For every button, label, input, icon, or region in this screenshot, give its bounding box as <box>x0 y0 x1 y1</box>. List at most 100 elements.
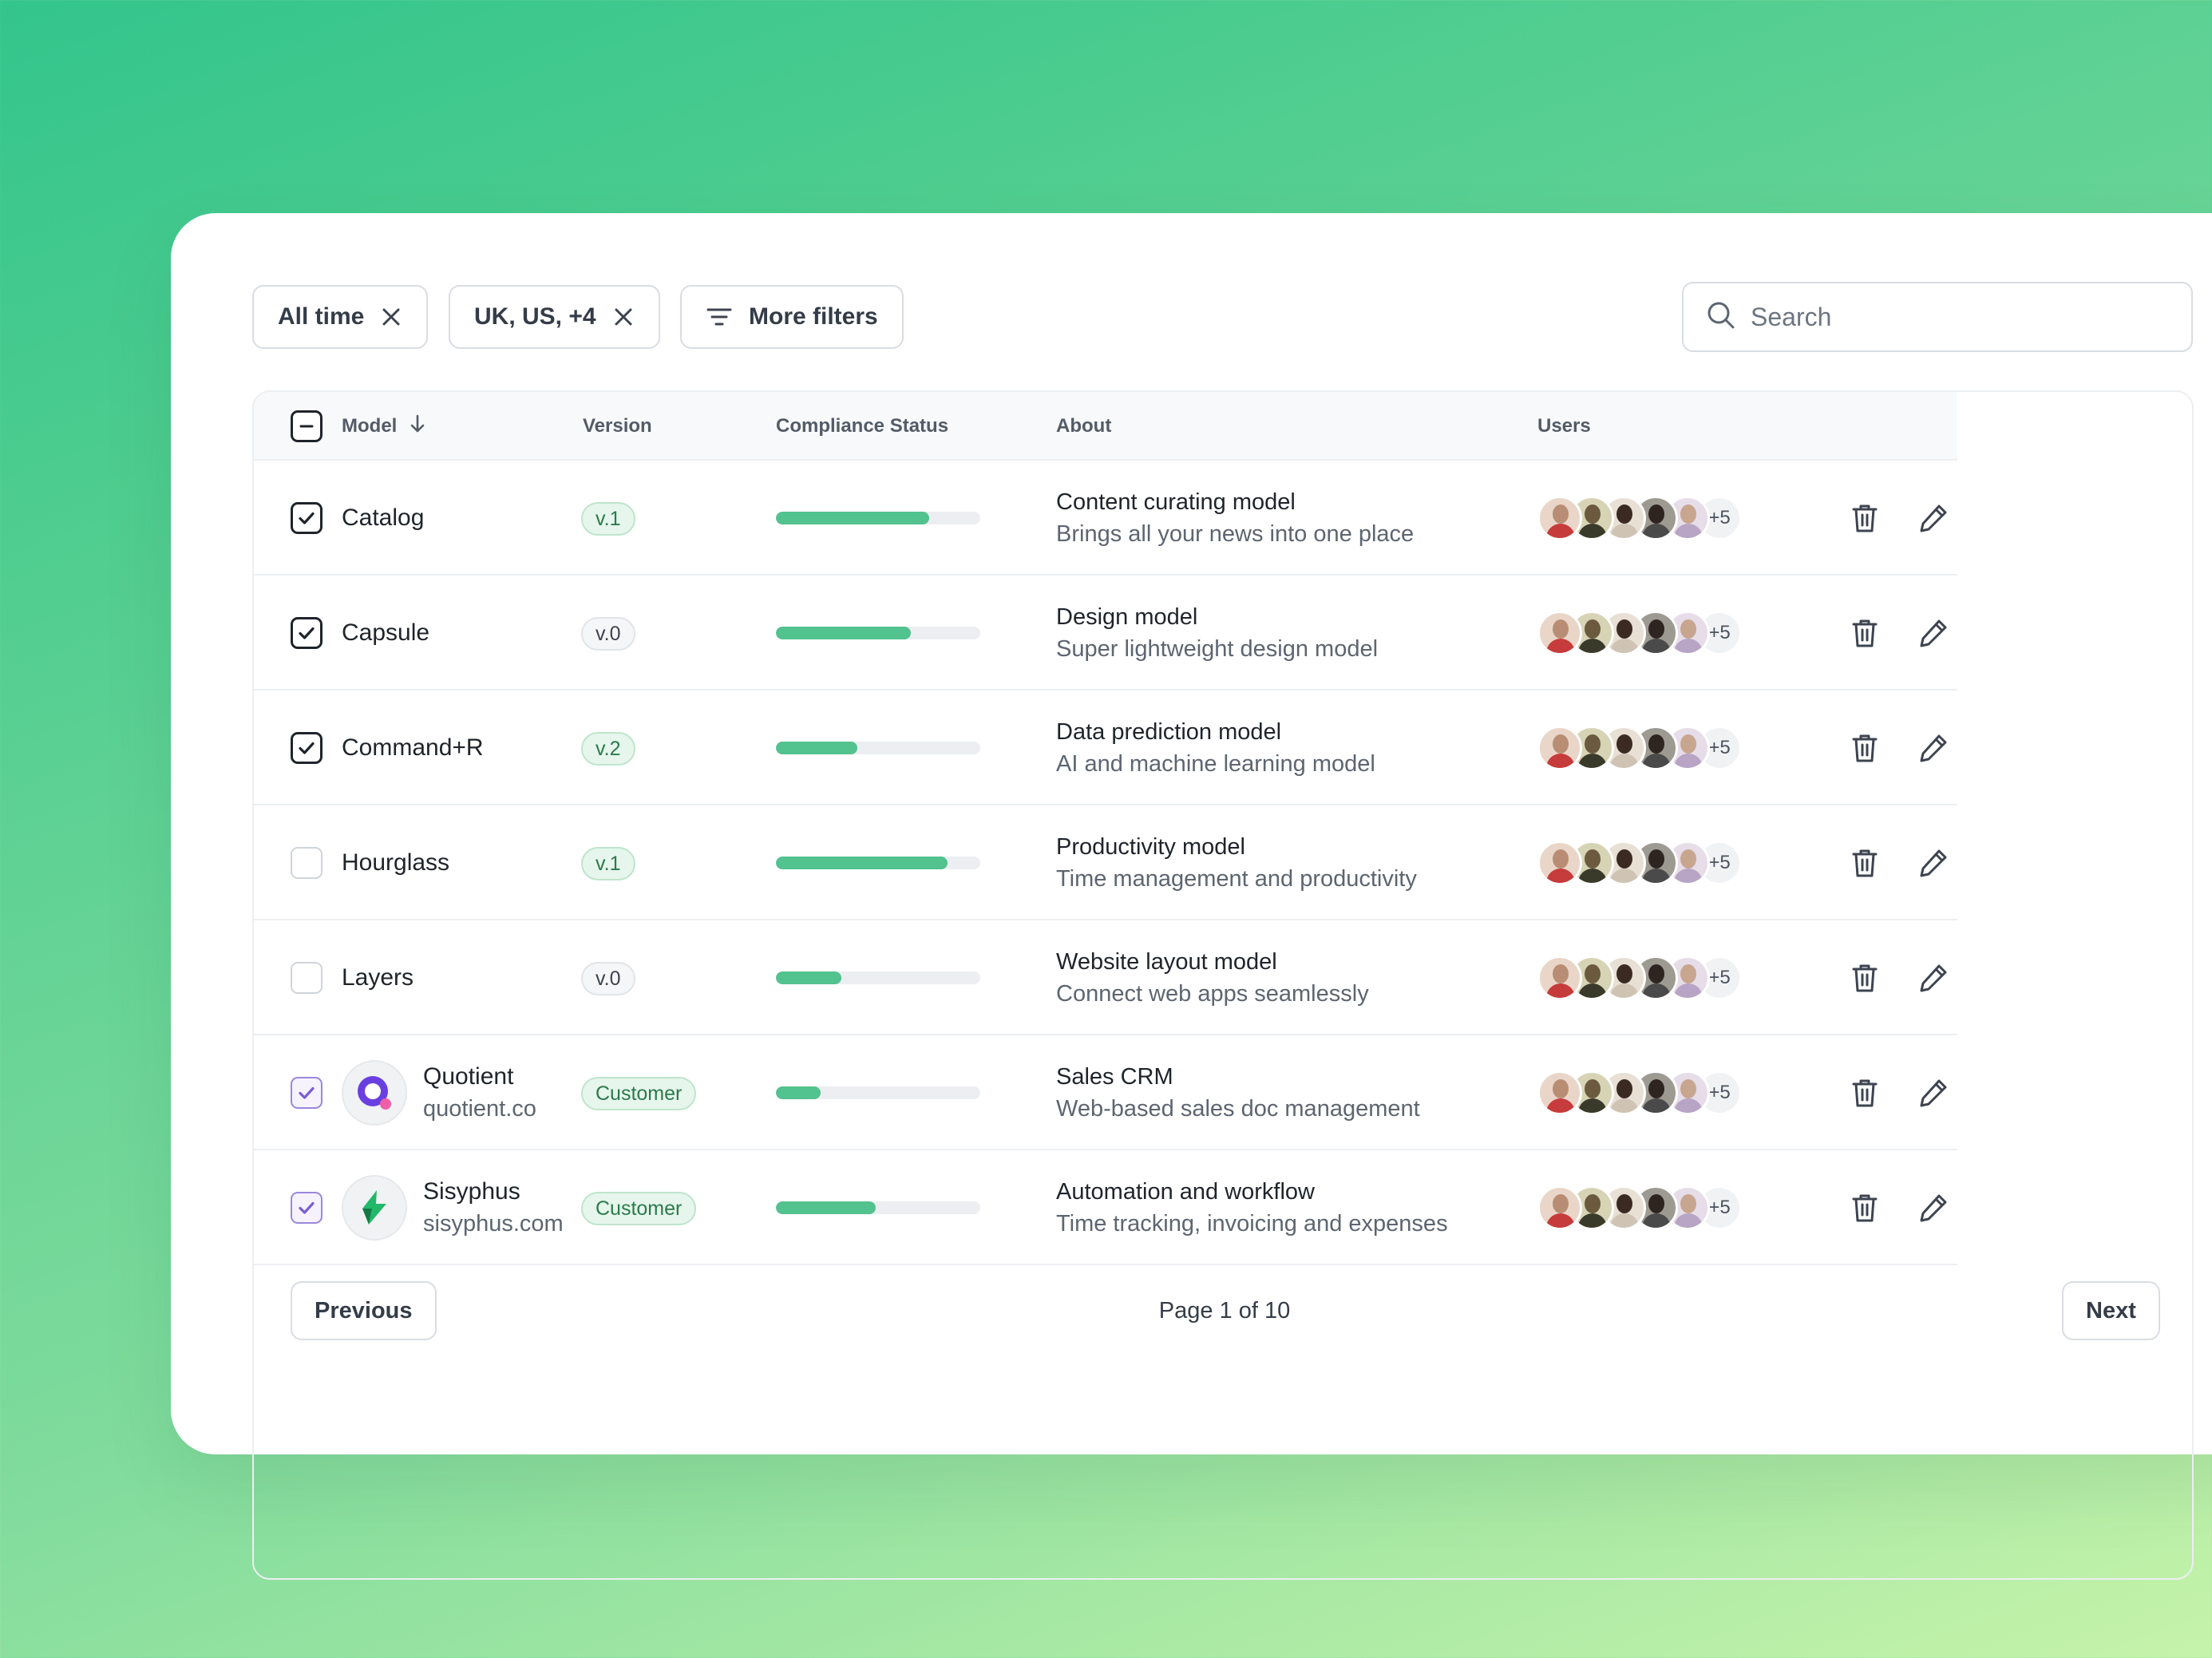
compliance-progress-bar <box>776 971 980 984</box>
close-icon[interactable] <box>380 306 402 328</box>
user-avatars[interactable]: +5 <box>1537 1070 1742 1115</box>
compliance-progress-fill <box>776 971 841 984</box>
row-checkbox[interactable] <box>291 1077 323 1109</box>
edit-icon[interactable] <box>1916 1075 1951 1110</box>
about-cell: Sales CRM Web-based sales doc management <box>1056 1061 1420 1125</box>
table-card: All time UK, US, +4 More filters Search … <box>171 213 2212 1580</box>
avatar <box>1537 611 1582 655</box>
delete-icon[interactable] <box>1847 845 1882 880</box>
user-avatars[interactable]: +5 <box>1537 841 1742 885</box>
row-checkbox[interactable] <box>291 732 323 764</box>
org-info: Sisyphus sisyphus.com <box>423 1176 564 1240</box>
more-filters-button[interactable]: More filters <box>680 285 904 349</box>
models-table: Model Version Compliance Status About Us… <box>252 390 2194 1580</box>
arrow-down-icon <box>408 414 427 440</box>
row-checkbox[interactable] <box>291 617 323 649</box>
column-label: Model <box>342 415 398 437</box>
about-subtitle: AI and machine learning model <box>1056 751 1375 777</box>
user-avatars[interactable]: +5 <box>1537 496 1742 540</box>
model-name: Catalog <box>342 505 425 531</box>
delete-icon[interactable] <box>1847 1190 1882 1225</box>
compliance-progress-fill <box>776 1086 821 1099</box>
close-icon[interactable] <box>612 306 635 328</box>
compliance-progress-bar <box>776 857 980 869</box>
edit-icon[interactable] <box>1916 501 1951 536</box>
delete-icon[interactable] <box>1847 615 1882 651</box>
avatar <box>1537 956 1582 1000</box>
user-avatars[interactable]: +5 <box>1537 956 1742 1000</box>
version-badge: v.0 <box>581 617 635 651</box>
compliance-progress-bar <box>776 512 980 524</box>
about-cell: Website layout model Connect web apps sea… <box>1056 946 1369 1010</box>
column-header-users: Users <box>1537 415 1591 437</box>
version-badge: v.1 <box>581 502 635 536</box>
version-badge: v.0 <box>581 962 635 995</box>
model-name: Quotient <box>423 1063 514 1090</box>
about-subtitle: Time management and productivity <box>1056 866 1417 892</box>
edit-icon[interactable] <box>1916 960 1951 995</box>
version-badge: v.2 <box>581 732 635 766</box>
about-title: Design model <box>1056 604 1198 630</box>
model-domain: sisyphus.com <box>423 1211 564 1237</box>
next-button[interactable]: Next <box>2062 1281 2160 1340</box>
table-row[interactable]: Hourglass v.1 Productivity model Time manag… <box>254 805 1957 920</box>
row-checkbox[interactable] <box>291 502 323 534</box>
version-badge: Customer <box>581 1192 697 1225</box>
delete-icon[interactable] <box>1847 1075 1882 1110</box>
edit-icon[interactable] <box>1916 730 1951 766</box>
avatar <box>1537 841 1582 885</box>
page-indicator: Page 1 of 10 <box>1158 1297 1291 1324</box>
model-name: Hourglass <box>342 849 450 876</box>
about-cell: Automation and workflow Time tracking, in… <box>1056 1176 1448 1240</box>
avatar <box>1537 1070 1582 1115</box>
select-all-checkbox[interactable] <box>291 410 323 442</box>
table-row[interactable]: Quotient quotient.co Customer Sales CRM Web-… <box>254 1035 1957 1150</box>
table-row[interactable]: Command+R v.2 Data prediction model AI and … <box>254 691 1957 805</box>
about-subtitle: Super lightweight design model <box>1056 636 1379 662</box>
about-cell: Content curating model Brings all your ne… <box>1056 486 1414 550</box>
about-subtitle: Connect web apps seamlessly <box>1056 981 1369 1007</box>
compliance-progress-fill <box>776 512 929 524</box>
edit-icon[interactable] <box>1916 615 1951 651</box>
delete-icon[interactable] <box>1847 730 1882 766</box>
avatar <box>1537 496 1582 540</box>
pagination: Previous Page 1 of 10 Next <box>254 1262 2192 1374</box>
avatar <box>1537 1185 1582 1230</box>
compliance-progress-fill <box>776 857 948 869</box>
user-avatars[interactable]: +5 <box>1537 726 1742 770</box>
table-row[interactable]: Catalog v.1 Content curating model Brings a… <box>254 461 1957 576</box>
quotient-logo-icon <box>342 1060 407 1126</box>
search-input[interactable]: Search <box>1682 282 2193 352</box>
delete-icon[interactable] <box>1847 960 1882 995</box>
edit-icon[interactable] <box>1916 1190 1951 1225</box>
compliance-progress-bar <box>776 1086 980 1099</box>
avatar <box>1537 726 1582 770</box>
about-cell: Data prediction model AI and machine lear… <box>1056 716 1375 780</box>
table-row[interactable]: Capsule v.0 Design model Super lightweight … <box>254 576 1957 691</box>
org-info: Quotient quotient.co <box>423 1061 536 1125</box>
delete-icon[interactable] <box>1847 501 1882 536</box>
about-title: Website layout model <box>1056 949 1277 975</box>
user-avatars[interactable]: +5 <box>1537 611 1742 655</box>
table-row[interactable]: Layers v.0 Website layout model Connect web… <box>254 920 1957 1035</box>
compliance-progress-bar <box>776 1201 980 1214</box>
model-name: Sisyphus <box>423 1178 520 1205</box>
row-checkbox[interactable] <box>291 1192 323 1224</box>
user-avatars[interactable]: +5 <box>1537 1185 1742 1230</box>
column-header-about: About <box>1056 415 1112 437</box>
search-placeholder: Search <box>1751 302 1832 331</box>
table-row[interactable]: Sisyphus sisyphus.com Customer Automation a… <box>254 1150 1957 1265</box>
compliance-progress-bar <box>776 742 980 754</box>
row-checkbox[interactable] <box>291 962 323 994</box>
column-header-model[interactable]: Model <box>342 392 427 461</box>
version-badge: Customer <box>581 1077 697 1110</box>
edit-icon[interactable] <box>1916 845 1951 880</box>
model-name: Command+R <box>342 734 484 761</box>
search-icon <box>1706 300 1736 334</box>
model-name: Layers <box>342 964 414 991</box>
row-checkbox[interactable] <box>291 847 323 879</box>
filter-chip-region[interactable]: UK, US, +4 <box>449 285 660 349</box>
about-subtitle: Web-based sales doc management <box>1056 1096 1420 1122</box>
about-title: Content curating model <box>1056 489 1296 515</box>
filter-chip-time[interactable]: All time <box>252 285 429 349</box>
